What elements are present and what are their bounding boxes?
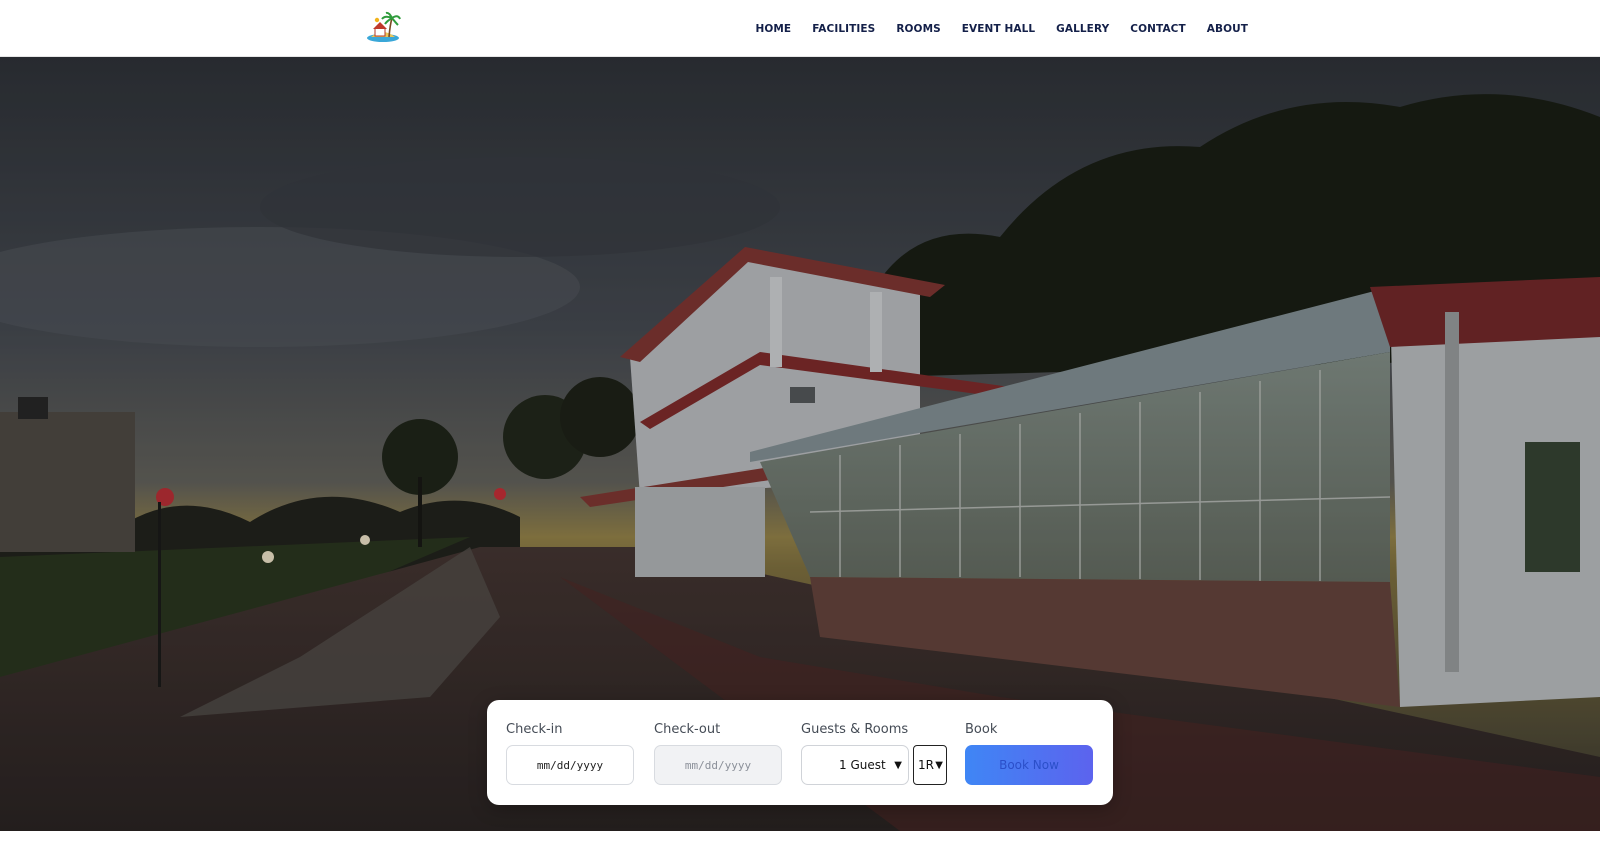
site-header: HOME FACILITIES ROOMS EVENT HALL GALLERY… — [0, 0, 1600, 57]
nav-contact[interactable]: CONTACT — [1130, 23, 1185, 35]
rooms-select[interactable]: 1R ▼ — [913, 745, 947, 785]
nav-rooms[interactable]: ROOMS — [896, 23, 940, 35]
chevron-down-icon: ▼ — [894, 759, 902, 771]
nav-home[interactable]: HOME — [755, 23, 791, 35]
book-now-button[interactable]: Book Now — [965, 745, 1093, 785]
nav-facilities[interactable]: FACILITIES — [812, 23, 875, 35]
main-nav: HOME FACILITIES ROOMS EVENT HALL GALLERY… — [755, 0, 1248, 57]
book-label: Book — [965, 722, 998, 737]
guests-select[interactable]: 1 Guest ▼ — [801, 745, 909, 785]
chevron-down-icon: ▼ — [935, 759, 943, 771]
checkout-date-input[interactable]: mm/dd/yyyy — [654, 745, 782, 785]
guests-rooms-label: Guests & Rooms — [801, 722, 909, 737]
guests-select-value: 1 Guest — [839, 758, 886, 772]
nav-event-hall[interactable]: EVENT HALL — [962, 23, 1035, 35]
nav-gallery[interactable]: GALLERY — [1056, 23, 1109, 35]
rooms-select-value: 1R — [918, 758, 934, 772]
checkin-date-input[interactable]: mm/dd/yyyy — [506, 745, 634, 785]
resort-logo-icon[interactable] — [365, 11, 401, 44]
nav-about[interactable]: ABOUT — [1207, 23, 1248, 35]
booking-form: Check-in mm/dd/yyyy Check-out mm/dd/yyyy… — [487, 700, 1113, 805]
checkout-label: Check-out — [654, 722, 721, 737]
checkin-label: Check-in — [506, 722, 563, 737]
